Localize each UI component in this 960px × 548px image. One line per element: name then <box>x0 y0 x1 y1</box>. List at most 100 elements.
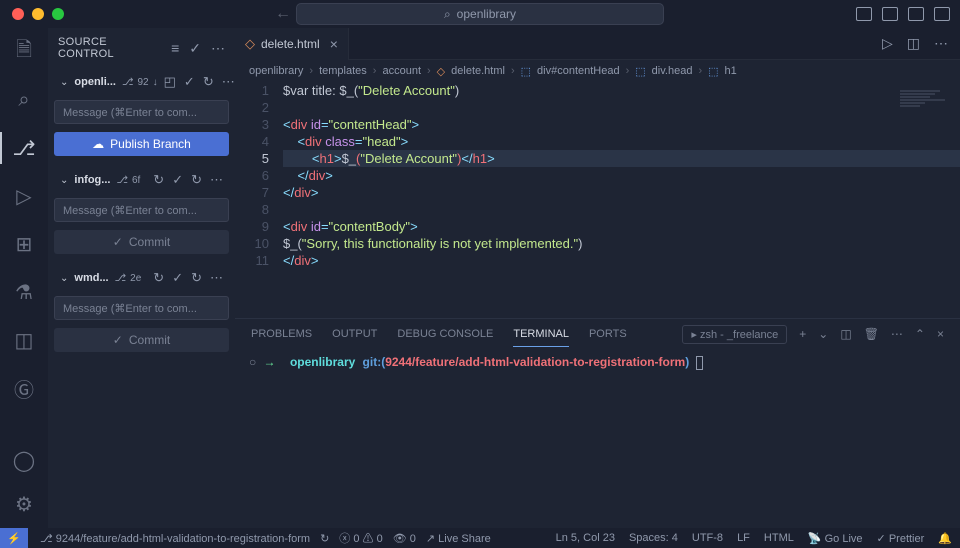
tab-debug-console[interactable]: DEBUG CONSOLE <box>397 322 493 346</box>
breadcrumbs[interactable]: openlibrary › templates › account › ◇ de… <box>235 60 960 82</box>
terminal-profile-dropdown[interactable]: ▸ zsh - _freelance <box>682 325 787 344</box>
symbol-icon: ⬚ <box>708 65 718 78</box>
maximize-window-button[interactable] <box>52 8 64 20</box>
commit-action-icon[interactable]: ✓ <box>189 40 201 57</box>
refresh-icon[interactable]: ↻ <box>191 172 202 188</box>
repo-header[interactable]: ⌄ wmd... ⎇ 2e ↻ ✓ ↻ ⋯ <box>60 268 223 288</box>
tab-label: delete.html <box>261 37 320 51</box>
titlebar: ← → ⌕ openlibrary <box>0 0 960 28</box>
chevron-down-icon[interactable]: ⌄ <box>818 327 828 341</box>
chevron-right-icon: › <box>626 65 630 77</box>
tab-delete-html[interactable]: ◇ delete.html × <box>235 28 349 60</box>
new-terminal-icon[interactable]: + <box>799 327 806 341</box>
minimap[interactable] <box>900 90 950 130</box>
sidebar-title: SOURCE CONTROL <box>58 36 163 60</box>
remote-indicator[interactable]: ⚡ <box>0 528 28 548</box>
publish-branch-button[interactable]: ☁ Publish Branch <box>54 132 229 156</box>
cursor-position[interactable]: Ln 5, Col 23 <box>556 532 615 544</box>
settings-gear-icon[interactable]: ⚙ <box>12 492 36 516</box>
breadcrumb-item[interactable]: templates <box>319 65 367 77</box>
docker-icon[interactable]: ◫ <box>12 328 36 352</box>
run-debug-icon[interactable]: ▷ <box>12 184 36 208</box>
refresh-icon[interactable]: ↻ <box>153 270 164 286</box>
terminal-content[interactable]: ○ → openlibrary git:(9244/feature/add-ht… <box>235 349 960 528</box>
open-file-icon[interactable]: ◰ <box>164 74 176 90</box>
command-center-search[interactable]: ⌕ openlibrary <box>296 3 664 25</box>
search-icon[interactable]: ⌕ <box>12 88 36 112</box>
more-actions-icon[interactable]: ⋯ <box>211 40 225 57</box>
encoding-indicator[interactable]: UTF-8 <box>692 532 723 544</box>
breadcrumb-item[interactable]: account <box>382 65 421 77</box>
breadcrumb-item[interactable]: h1 <box>725 65 737 77</box>
customize-layout-icon[interactable] <box>934 7 950 21</box>
split-terminal-icon[interactable]: ◫ <box>840 327 851 341</box>
view-as-tree-icon[interactable]: ≡ <box>171 40 179 57</box>
testing-icon[interactable]: ⚗ <box>12 280 36 304</box>
tab-output[interactable]: OUTPUT <box>332 322 377 346</box>
more-icon[interactable]: ⋯ <box>891 327 903 341</box>
commit-button[interactable]: ✓ Commit <box>54 328 229 352</box>
branch-indicator[interactable]: ⎇ 9244/feature/add-html-validation-to-re… <box>40 532 310 545</box>
eol-indicator[interactable]: LF <box>737 532 750 544</box>
sidebar-header: SOURCE CONTROL ≡ ✓ ⋯ <box>48 28 235 68</box>
source-control-icon[interactable]: ⎇ <box>12 136 36 160</box>
language-mode[interactable]: HTML <box>764 532 794 544</box>
explorer-icon[interactable]: 🗎 <box>12 40 36 64</box>
indentation-indicator[interactable]: Spaces: 4 <box>629 532 678 544</box>
extensions-icon[interactable]: ⊞ <box>12 232 36 256</box>
commit-button[interactable]: ✓ Commit <box>54 230 229 254</box>
breadcrumb-item[interactable]: delete.html <box>451 65 505 77</box>
split-editor-icon[interactable]: ◫ <box>907 35 920 52</box>
hints-indicator[interactable]: 👁 0 <box>393 532 416 545</box>
traffic-lights <box>0 8 64 20</box>
notifications-icon[interactable]: 🔔 <box>938 532 952 545</box>
repo-section-infog: ⌄ infog... ⎇ 6f ↻ ✓ ↻ ⋯ <box>48 166 235 194</box>
commit-message-input[interactable]: Message (⌘Enter to com... <box>54 198 229 222</box>
tab-problems[interactable]: PROBLEMS <box>251 322 312 346</box>
code-content[interactable]: $var title: $_("Delete Account")<div id=… <box>283 82 960 318</box>
close-window-button[interactable] <box>12 8 24 20</box>
maximize-panel-icon[interactable]: ⌃ <box>915 327 925 341</box>
search-icon: ⌕ <box>444 7 451 22</box>
breadcrumb-item[interactable]: div.head <box>652 65 693 77</box>
tab-ports[interactable]: PORTS <box>589 322 627 346</box>
repo-header[interactable]: ⌄ openli... ⎇92↓ ◰ ✓ ↻ ⋯ <box>60 72 223 92</box>
toggle-primary-sidebar-icon[interactable] <box>856 7 872 21</box>
grammarly-icon[interactable]: Ⓖ <box>12 376 36 400</box>
repo-section-openlibrary: ⌄ openli... ⎇92↓ ◰ ✓ ↻ ⋯ <box>48 68 235 96</box>
close-panel-icon[interactable]: × <box>937 327 944 341</box>
more-icon[interactable]: ⋯ <box>210 270 223 286</box>
html-file-icon: ◇ <box>437 65 445 78</box>
nav-back-icon[interactable]: ← <box>275 5 291 23</box>
go-live-button[interactable]: 📡 Go Live <box>808 532 863 545</box>
refresh-icon[interactable]: ↻ <box>203 74 214 90</box>
breadcrumb-item[interactable]: div#contentHead <box>537 65 620 77</box>
commit-icon[interactable]: ✓ <box>172 172 183 188</box>
chevron-down-icon: ⌄ <box>60 77 68 88</box>
code-editor[interactable]: 1234567891011 $var title: $_("Delete Acc… <box>235 82 960 318</box>
commit-message-input[interactable]: Message (⌘Enter to com... <box>54 296 229 320</box>
more-icon[interactable]: ⋯ <box>210 172 223 188</box>
more-icon[interactable]: ⋯ <box>222 74 235 90</box>
problems-indicator[interactable]: ⓧ 0 ⚠ 0 <box>339 530 382 546</box>
close-tab-icon[interactable]: × <box>330 36 338 52</box>
kill-terminal-icon[interactable]: 🗑 <box>864 327 879 341</box>
run-icon[interactable]: ▷ <box>882 35 893 52</box>
refresh-icon[interactable]: ↻ <box>153 172 164 188</box>
accounts-icon[interactable]: ◯ <box>12 448 36 472</box>
more-actions-icon[interactable]: ⋯ <box>934 35 948 52</box>
repo-header[interactable]: ⌄ infog... ⎇ 6f ↻ ✓ ↻ ⋯ <box>60 170 223 190</box>
commit-icon[interactable]: ✓ <box>172 270 183 286</box>
tab-terminal[interactable]: TERMINAL <box>513 322 569 347</box>
commit-icon[interactable]: ✓ <box>184 74 195 90</box>
commit-message-input[interactable]: Message (⌘Enter to com... <box>54 100 229 124</box>
breadcrumb-item[interactable]: openlibrary <box>249 65 303 77</box>
search-text: openlibrary <box>457 7 516 21</box>
minimize-window-button[interactable] <box>32 8 44 20</box>
sync-icon[interactable]: ↻ <box>320 532 329 545</box>
refresh-icon[interactable]: ↻ <box>191 270 202 286</box>
toggle-panel-icon[interactable] <box>882 7 898 21</box>
toggle-secondary-sidebar-icon[interactable] <box>908 7 924 21</box>
live-share-button[interactable]: ↗ Live Share <box>426 532 491 545</box>
prettier-button[interactable]: ✓ Prettier <box>877 532 925 545</box>
